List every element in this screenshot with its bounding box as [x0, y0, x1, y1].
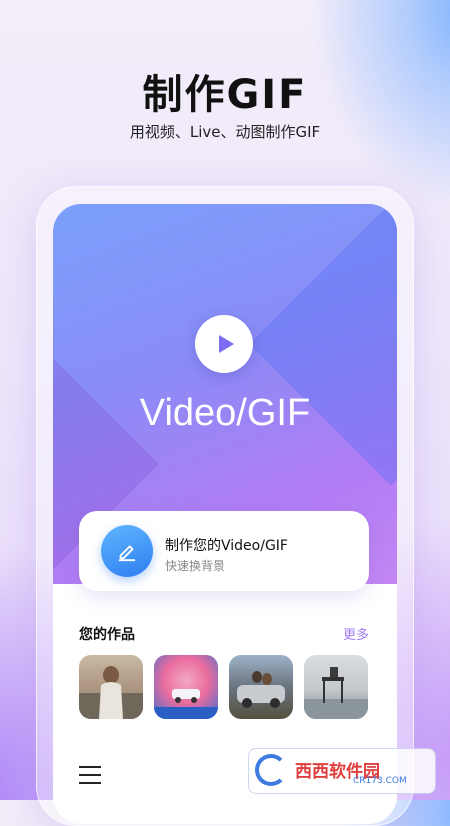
pink-smoke-car-photo — [154, 689, 218, 719]
page-subheadline: 用视频、Live、动图制作GIF — [129, 123, 321, 141]
watermark-url: CR173.COM — [353, 776, 407, 786]
app-screen: Video/GIF 制作您的Video/GIF 快速换背景 您的作品 更多 — [53, 204, 397, 824]
create-card-title: 制作您的Video/GIF — [165, 538, 288, 554]
woman-beach-photo — [79, 666, 143, 719]
menu-icon[interactable] — [79, 766, 101, 784]
more-link[interactable]: 更多 — [343, 624, 369, 643]
works-section-title: 您的作品 — [79, 627, 135, 643]
hero-title: Video/GIF — [139, 392, 311, 434]
edit-button[interactable] — [101, 525, 153, 577]
page-headline: 制作GIF — [142, 72, 308, 118]
work-thumbnail-3[interactable] — [229, 655, 293, 719]
hero-decoration-right — [249, 204, 397, 486]
create-gif-card[interactable]: 制作您的Video/GIF 快速换背景 — [79, 511, 369, 591]
pier-landscape-photo — [304, 667, 368, 719]
pencil-icon — [118, 545, 136, 562]
create-card-subtitle: 快速换背景 — [165, 559, 226, 573]
work-thumbnail-1[interactable] — [79, 655, 143, 719]
watermark-logo-icon — [255, 754, 287, 786]
couple-car-photo — [237, 671, 285, 708]
work-thumbnail-2[interactable] — [154, 655, 218, 719]
site-watermark: 西西软件园 CR173.COM — [248, 748, 436, 794]
work-thumbnail-4[interactable] — [304, 655, 368, 719]
play-icon — [218, 335, 234, 353]
play-button[interactable] — [195, 315, 253, 373]
